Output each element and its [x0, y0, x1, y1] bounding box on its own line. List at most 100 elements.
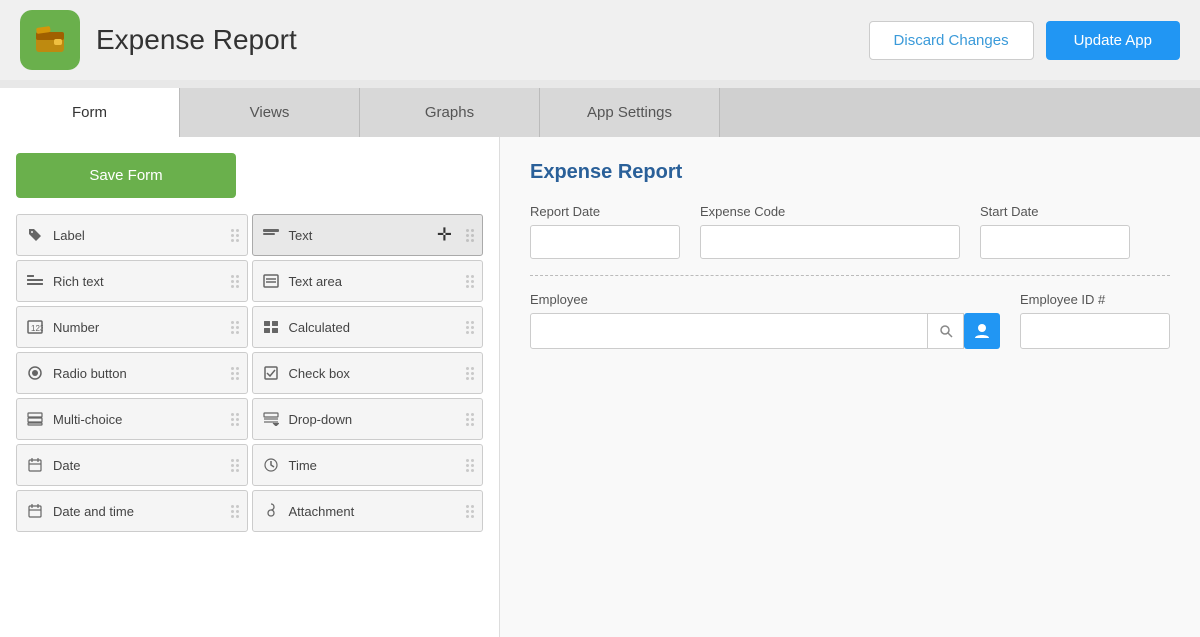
employee-id-input[interactable]: [1020, 313, 1170, 349]
field-calculated[interactable]: Calculated: [252, 306, 484, 348]
start-date-label: Start Date: [980, 204, 1130, 219]
field-radio-label: Radio button: [53, 366, 127, 381]
drag-handle: [231, 505, 239, 518]
field-multi-choice-label: Multi-choice: [53, 412, 122, 427]
field-text-area-label: Text area: [289, 274, 342, 289]
drag-handle: [466, 321, 474, 334]
main-content: Save Form Label Text: [0, 137, 1200, 637]
field-text-area[interactable]: Text area: [252, 260, 484, 302]
field-drop-down[interactable]: Drop-down: [252, 398, 484, 440]
tab-views[interactable]: Views: [180, 88, 360, 137]
update-app-button[interactable]: Update App: [1046, 21, 1180, 60]
tag-icon: [25, 225, 45, 245]
field-date[interactable]: Date: [16, 444, 248, 486]
employee-row: Employee Employee ID #: [530, 292, 1170, 349]
employee-id-label: Employee ID #: [1020, 292, 1170, 307]
field-attachment-label: Attachment: [289, 504, 355, 519]
field-check-box[interactable]: Check box: [252, 352, 484, 394]
fields-grid: Label Text ✛: [16, 214, 483, 532]
field-multi-choice[interactable]: Multi-choice: [16, 398, 248, 440]
dropdown-icon: [261, 409, 281, 429]
field-check-box-label: Check box: [289, 366, 350, 381]
field-rich-text-label: Rich text: [53, 274, 104, 289]
field-text[interactable]: Text ✛: [252, 214, 484, 256]
drag-handle: [231, 367, 239, 380]
attachment-icon: [261, 501, 281, 521]
checkbox-icon: [261, 363, 281, 383]
form-fields-row1: Report Date Expense Code Start Date: [530, 204, 1170, 259]
employee-input-group: [530, 313, 1000, 349]
right-panel: Expense Report Report Date Expense Code …: [500, 137, 1200, 637]
field-text-label: Text: [289, 228, 313, 243]
field-date-and-time-label: Date and time: [53, 504, 134, 519]
field-radio-button[interactable]: Radio button: [16, 352, 248, 394]
field-rich-text[interactable]: Rich text: [16, 260, 248, 302]
text-icon: [261, 225, 281, 245]
app-title: Expense Report: [96, 24, 297, 56]
start-date-field: Start Date: [980, 204, 1130, 259]
drag-handle: [231, 321, 239, 334]
report-date-input[interactable]: [530, 225, 680, 259]
radio-icon: [25, 363, 45, 383]
wallet-icon: [32, 22, 68, 58]
textarea-icon: [261, 271, 281, 291]
employee-user-button[interactable]: [964, 313, 1000, 349]
tab-graphs[interactable]: Graphs: [360, 88, 540, 137]
app-icon: [20, 10, 80, 70]
field-number[interactable]: 123 Number: [16, 306, 248, 348]
drag-handle: [466, 229, 474, 242]
drag-handle: [231, 413, 239, 426]
tab-form[interactable]: Form: [0, 88, 180, 137]
left-panel: Save Form Label Text: [0, 137, 500, 637]
employee-id-field: Employee ID #: [1020, 292, 1170, 349]
report-date-label: Report Date: [530, 204, 680, 219]
drag-handle: [466, 367, 474, 380]
time-icon: [261, 455, 281, 475]
header-actions: Discard Changes Update App: [869, 21, 1180, 60]
date-icon: [25, 455, 45, 475]
employee-search-button[interactable]: [928, 313, 964, 349]
discard-changes-button[interactable]: Discard Changes: [869, 21, 1034, 60]
employee-input[interactable]: [530, 313, 928, 349]
employee-field: Employee: [530, 292, 1000, 349]
field-drop-down-label: Drop-down: [289, 412, 353, 427]
form-title: Expense Report: [530, 161, 1170, 184]
save-form-button[interactable]: Save Form: [16, 153, 236, 198]
datetime-icon: [25, 501, 45, 521]
header-left: Expense Report: [20, 10, 297, 70]
report-date-field: Report Date: [530, 204, 680, 259]
drag-handle: [231, 275, 239, 288]
richtext-icon: [25, 271, 45, 291]
app-header: Expense Report Discard Changes Update Ap…: [0, 0, 1200, 80]
move-cursor-icon: ✛: [437, 225, 452, 246]
drag-handle: [231, 229, 239, 242]
svg-text:123: 123: [31, 324, 43, 333]
drag-handle: [466, 413, 474, 426]
number-icon: 123: [25, 317, 45, 337]
expense-code-field: Expense Code: [700, 204, 960, 259]
form-divider: [530, 275, 1170, 276]
drag-handle: [231, 459, 239, 472]
field-calculated-label: Calculated: [289, 320, 350, 335]
field-attachment[interactable]: Attachment: [252, 490, 484, 532]
start-date-input[interactable]: [980, 225, 1130, 259]
field-label[interactable]: Label: [16, 214, 248, 256]
drag-handle: [466, 459, 474, 472]
search-icon: [939, 324, 953, 338]
expense-code-input[interactable]: [700, 225, 960, 259]
field-time[interactable]: Time: [252, 444, 484, 486]
field-date-and-time[interactable]: Date and time: [16, 490, 248, 532]
field-time-label: Time: [289, 458, 317, 473]
drag-handle: [466, 505, 474, 518]
user-icon: [973, 322, 991, 340]
drag-handle: [466, 275, 474, 288]
calculated-icon: [261, 317, 281, 337]
tab-app-settings[interactable]: App Settings: [540, 88, 720, 137]
multichoice-icon: [25, 409, 45, 429]
expense-code-label: Expense Code: [700, 204, 960, 219]
field-date-label: Date: [53, 458, 80, 473]
tabs-bar: Form Views Graphs App Settings: [0, 88, 1200, 137]
employee-label: Employee: [530, 292, 1000, 307]
field-number-label: Number: [53, 320, 99, 335]
field-label-text: Label: [53, 228, 85, 243]
